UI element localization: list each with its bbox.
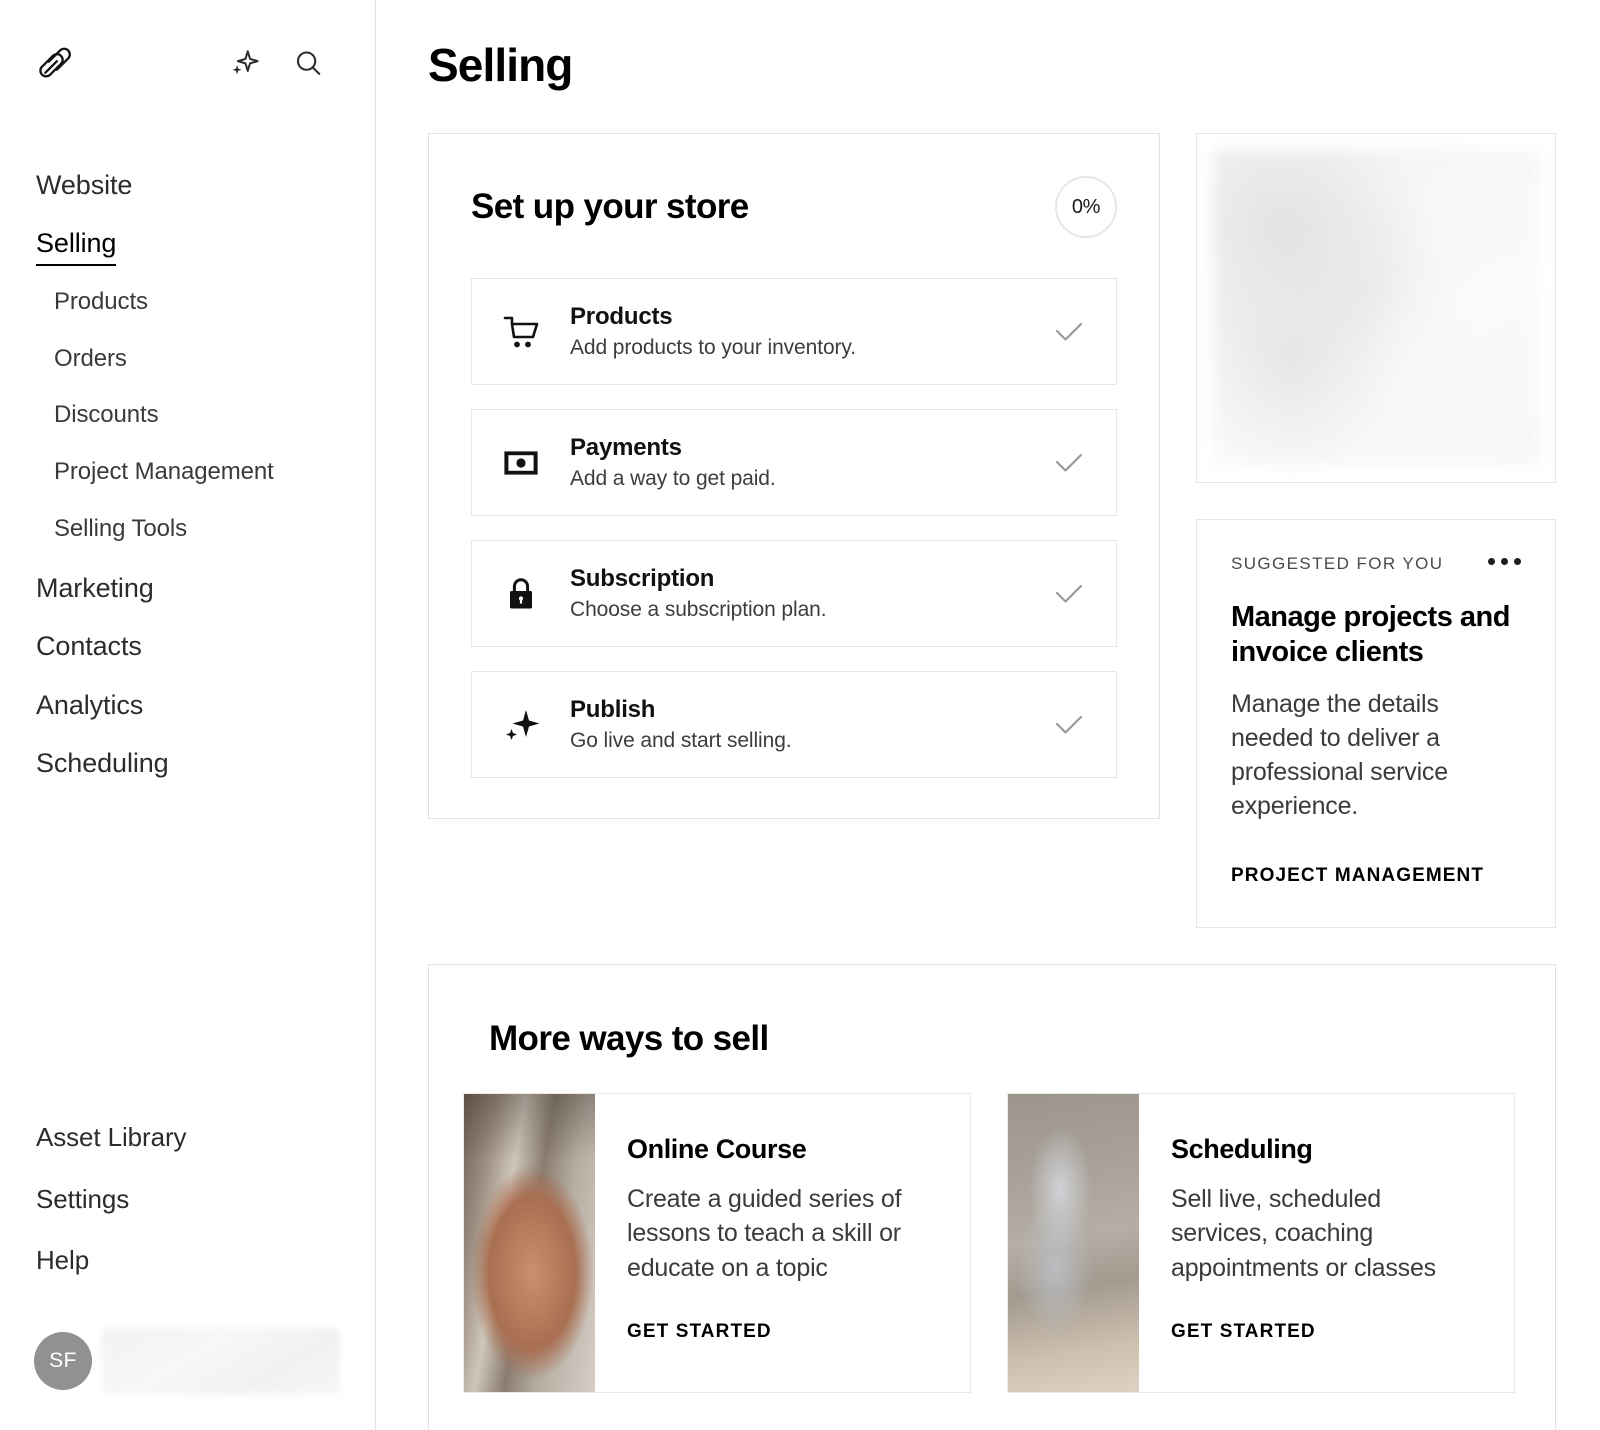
sidebar-footer: Asset Library Settings Help SF [0, 1122, 376, 1430]
sidebar-item-website[interactable]: Website [0, 169, 375, 201]
setup-task-text: Payments Add a way to get paid. [570, 434, 1052, 491]
setup-store-card: Set up your store 0% P [428, 133, 1160, 819]
get-started-link[interactable]: GET STARTED [627, 1321, 940, 1343]
get-started-link[interactable]: GET STARTED [1171, 1321, 1484, 1343]
suggested-card-header: SUGGESTED FOR YOU [1231, 554, 1521, 574]
sidebar-item-selling[interactable]: Selling [36, 227, 116, 265]
squarespace-logo[interactable] [36, 46, 76, 80]
setup-task-subscription[interactable]: Subscription Choose a subscription plan. [471, 540, 1117, 647]
checkmark-icon [1052, 583, 1086, 605]
avatar: SF [34, 1332, 92, 1390]
banknote-icon [500, 450, 542, 476]
setup-task-text: Subscription Choose a subscription plan. [570, 565, 1052, 622]
checkmark-icon [1052, 321, 1086, 343]
setup-task-desc: Choose a subscription plan. [570, 598, 1052, 622]
sidebar-item-orders[interactable]: Orders [0, 345, 375, 374]
account-row[interactable]: SF [0, 1306, 376, 1394]
more-ways-card-desc: Create a guided series of lessons to tea… [627, 1182, 940, 1286]
yoga-fitness-photo [1008, 1094, 1139, 1392]
sidebar-header-actions [229, 48, 339, 78]
sidebar-item-settings[interactable]: Settings [0, 1184, 376, 1215]
search-icon[interactable] [293, 48, 323, 78]
sidebar-item-help[interactable]: Help [0, 1245, 376, 1276]
ai-sparkle-icon[interactable] [229, 48, 259, 78]
suggested-body: Manage the details needed to deliver a p… [1231, 687, 1521, 823]
more-ways-card-scheduling[interactable]: Scheduling Sell live, scheduled services… [1007, 1093, 1515, 1393]
setup-progress-label: 0% [1072, 196, 1100, 219]
setup-task-payments[interactable]: Payments Add a way to get paid. [471, 409, 1117, 516]
suggested-title: Manage projects and invoice clients [1231, 600, 1521, 671]
setup-task-products[interactable]: Products Add products to your inventory. [471, 278, 1117, 385]
sparkle-icon [500, 706, 542, 744]
checkmark-icon [1052, 452, 1086, 474]
account-name-redacted [102, 1328, 340, 1394]
more-ways-card-body: Scheduling Sell live, scheduled services… [1139, 1094, 1514, 1392]
more-ways-card-title: Online Course [627, 1134, 940, 1165]
more-ways-card-body: Online Course Create a guided series of … [595, 1094, 970, 1392]
sidebar-item-project-management[interactable]: Project Management [0, 458, 375, 487]
page-title: Selling [428, 38, 1556, 92]
right-column: SUGGESTED FOR YOU Manage projects and in… [1196, 133, 1556, 928]
more-ways-card-online-course[interactable]: Online Course Create a guided series of … [463, 1093, 971, 1393]
app-root: Website Selling Products Orders Discount… [0, 0, 1600, 1430]
setup-task-name: Products [570, 303, 1052, 331]
suggested-for-you-card: SUGGESTED FOR YOU Manage projects and in… [1196, 519, 1556, 928]
more-options-icon[interactable] [1488, 554, 1521, 565]
site-preview-card[interactable] [1196, 133, 1556, 483]
setup-task-desc: Go live and start selling. [570, 729, 1052, 753]
sidebar-item-marketing[interactable]: Marketing [0, 572, 375, 604]
more-ways-title: More ways to sell [489, 1019, 1515, 1059]
setup-task-name: Payments [570, 434, 1052, 462]
setup-task-name: Subscription [570, 565, 1052, 593]
shopping-cart-icon [500, 315, 542, 349]
suggested-cta-link[interactable]: PROJECT MANAGEMENT [1231, 865, 1521, 887]
setup-task-publish[interactable]: Publish Go live and start selling. [471, 671, 1117, 778]
setup-task-text: Publish Go live and start selling. [570, 696, 1052, 753]
main-content: Selling Set up your store 0% [376, 0, 1600, 1430]
setup-task-name: Publish [570, 696, 1052, 724]
sidebar-item-contacts[interactable]: Contacts [0, 630, 375, 662]
makeup-artist-photo [464, 1094, 595, 1392]
setup-progress-ring: 0% [1055, 176, 1117, 238]
sidebar-nav: Website Selling Products Orders Discount… [0, 92, 375, 779]
sidebar-item-scheduling[interactable]: Scheduling [0, 747, 375, 779]
sidebar-item-discounts[interactable]: Discounts [0, 401, 375, 430]
setup-card-header: Set up your store 0% [471, 176, 1117, 238]
more-ways-card-title: Scheduling [1171, 1134, 1484, 1165]
checkmark-icon [1052, 714, 1086, 736]
setup-task-desc: Add a way to get paid. [570, 467, 1052, 491]
lock-icon [500, 577, 542, 611]
sidebar-item-selling-tools[interactable]: Selling Tools [0, 515, 375, 544]
site-preview-thumbnail-redacted [1213, 150, 1539, 466]
sidebar-header [0, 0, 375, 92]
setup-card-title: Set up your store [471, 187, 749, 227]
more-ways-grid: Online Course Create a guided series of … [463, 1093, 1515, 1393]
top-section: Set up your store 0% P [428, 133, 1556, 928]
sidebar-item-asset-library[interactable]: Asset Library [0, 1122, 376, 1153]
more-ways-card-desc: Sell live, scheduled services, coaching … [1171, 1182, 1484, 1286]
more-ways-to-sell-card: More ways to sell Online Course Create a… [428, 964, 1556, 1430]
sidebar-item-analytics[interactable]: Analytics [0, 689, 375, 721]
sidebar: Website Selling Products Orders Discount… [0, 0, 376, 1430]
setup-task-desc: Add products to your inventory. [570, 336, 1052, 360]
setup-task-text: Products Add products to your inventory. [570, 303, 1052, 360]
sidebar-item-products[interactable]: Products [0, 288, 375, 317]
suggested-eyebrow: SUGGESTED FOR YOU [1231, 554, 1443, 574]
